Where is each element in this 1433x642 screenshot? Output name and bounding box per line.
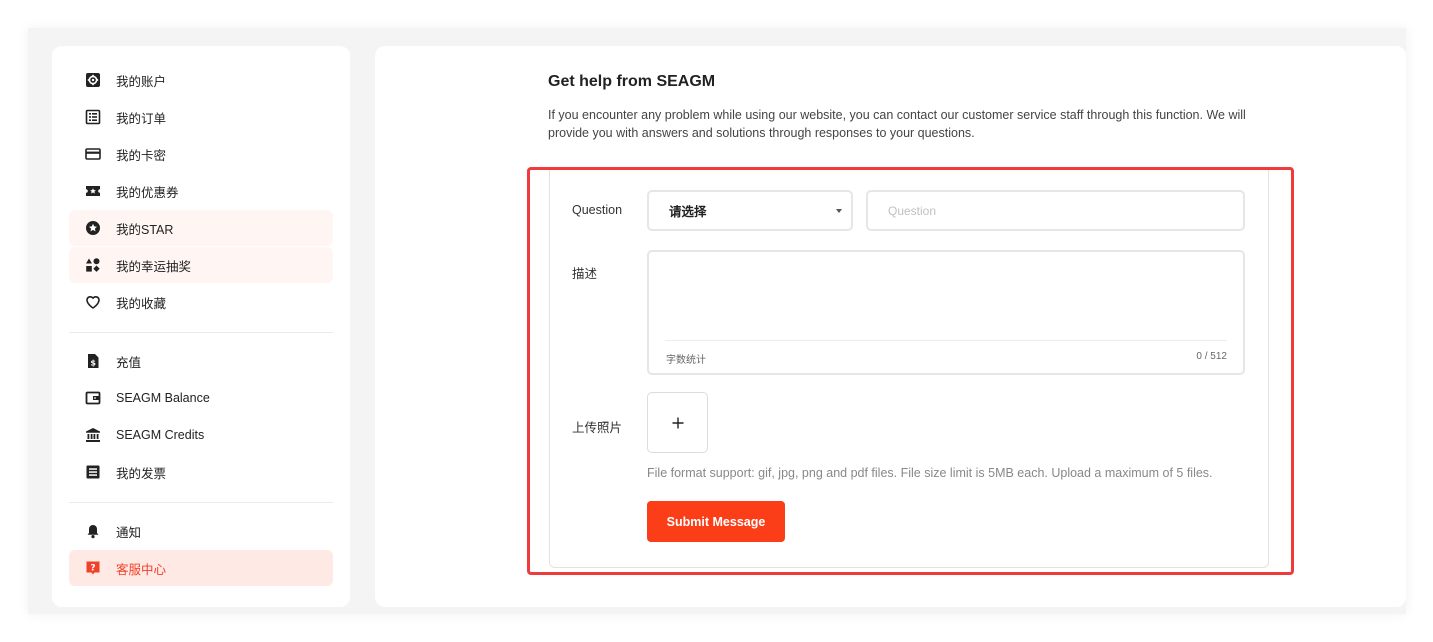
topup-icon: $	[85, 353, 101, 369]
question-type-select[interactable]: 请选择	[647, 190, 853, 231]
sidebar-group-wallet: $ 充值 SEAGM Balance SEAGM Credits 我的发票	[69, 343, 333, 490]
submit-message-button[interactable]: Submit Message	[647, 501, 785, 542]
sidebar-item-label: 我的幸运抽奖	[116, 259, 192, 274]
sidebar-group-support: 通知 ? 客服中心	[69, 513, 333, 586]
sidebar-item-label: 我的STAR	[116, 222, 174, 237]
sidebar-divider	[69, 502, 333, 503]
description-label: 描述	[572, 267, 598, 281]
list-icon	[85, 109, 101, 125]
sidebar-item-label: 我的优惠券	[116, 185, 179, 200]
sidebar-item-help-center[interactable]: ? 客服中心	[69, 550, 333, 586]
gear-icon	[85, 72, 101, 88]
help-icon: ?	[85, 560, 101, 576]
description-textarea[interactable]	[649, 252, 1243, 338]
lucky-draw-icon	[85, 257, 101, 273]
sidebar-item-label: 我的卡密	[116, 148, 167, 163]
plus-icon	[672, 417, 683, 428]
sidebar-item-my-favorites[interactable]: 我的收藏	[69, 284, 333, 320]
sidebar-item-label: 我的账户	[116, 74, 167, 89]
sidebar-item-notifications[interactable]: 通知	[69, 513, 333, 549]
svg-text:?: ?	[90, 564, 95, 574]
question-input[interactable]	[866, 190, 1245, 231]
sidebar-item-label: 充值	[116, 355, 142, 370]
bank-icon	[85, 427, 101, 443]
sidebar-item-seagm-balance[interactable]: SEAGM Balance	[69, 380, 333, 416]
description-field: 字数统计 0 / 512	[647, 250, 1245, 375]
select-value: 请选择	[669, 205, 707, 219]
sidebar-item-label: 我的订单	[116, 111, 167, 126]
sidebar-item-my-star[interactable]: 我的STAR	[69, 210, 333, 246]
sidebar-item-my-invoices[interactable]: 我的发票	[69, 454, 333, 490]
upload-photo-button[interactable]	[647, 392, 708, 453]
upload-label: 上传照片	[572, 421, 623, 435]
sidebar-item-top-up[interactable]: $ 充值	[69, 343, 333, 379]
main-panel: Get help from SEAGM If you encounter any…	[375, 46, 1406, 607]
counter-divider	[665, 340, 1227, 341]
wallet-icon	[85, 390, 101, 406]
help-form: Question 请选择 描述 字数统计 0 / 512 上传照片 File f…	[549, 168, 1269, 568]
word-count-label: 字数统计	[666, 355, 706, 366]
word-count-value: 0 / 512	[1196, 351, 1227, 362]
chevron-down-icon	[836, 209, 842, 213]
sidebar-item-label: SEAGM Balance	[116, 391, 210, 405]
sidebar-item-label: 客服中心	[116, 562, 167, 577]
sidebar: 我的账户 我的订单 我的卡密 我的优惠券 我的STAR 我的幸运抽奖 我的收藏 …	[52, 46, 350, 607]
svg-text:$: $	[90, 358, 96, 367]
sidebar-item-my-orders[interactable]: 我的订单	[69, 99, 333, 135]
sidebar-item-label: 我的收藏	[116, 296, 167, 311]
sidebar-item-my-lucky-draw[interactable]: 我的幸运抽奖	[69, 247, 333, 283]
star-icon	[85, 220, 101, 236]
coupon-icon	[85, 183, 101, 199]
page-title: Get help from SEAGM	[548, 73, 716, 90]
upload-hint: File format support: gif, jpg, png and p…	[647, 466, 1213, 480]
sidebar-item-my-coupons[interactable]: 我的优惠券	[69, 173, 333, 209]
page-description: If you encounter any problem while using…	[548, 108, 1246, 140]
sidebar-divider	[69, 332, 333, 333]
question-label: Question	[572, 203, 623, 217]
bell-icon	[85, 523, 101, 539]
heart-icon	[85, 294, 101, 310]
sidebar-group-account: 我的账户 我的订单 我的卡密 我的优惠券 我的STAR 我的幸运抽奖 我的收藏	[69, 62, 333, 320]
sidebar-item-label: SEAGM Credits	[116, 428, 205, 442]
sidebar-item-my-cards[interactable]: 我的卡密	[69, 136, 333, 172]
sidebar-item-my-account[interactable]: 我的账户	[69, 62, 333, 98]
invoice-icon	[85, 464, 101, 480]
sidebar-item-seagm-credits[interactable]: SEAGM Credits	[69, 417, 333, 453]
sidebar-item-label: 我的发票	[116, 466, 167, 481]
sidebar-item-label: 通知	[116, 525, 142, 540]
card-icon	[85, 146, 101, 162]
